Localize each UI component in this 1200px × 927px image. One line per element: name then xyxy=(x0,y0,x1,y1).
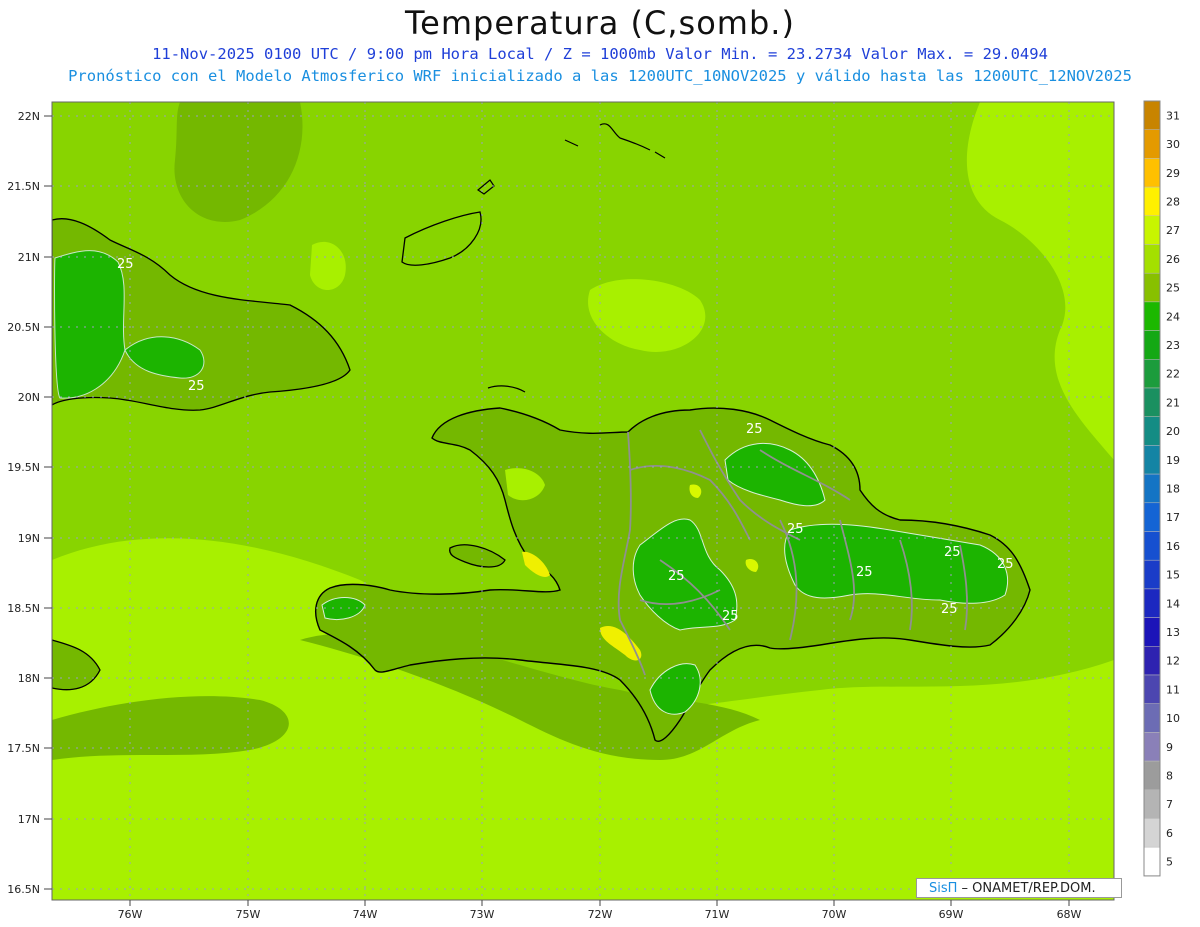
colorbar-label: 6 xyxy=(1166,827,1173,840)
contour-label: 25 xyxy=(941,602,958,617)
contour-label: 25 xyxy=(722,609,739,624)
colorbar-swatch xyxy=(1143,359,1161,389)
lon-ticks xyxy=(129,900,1070,906)
colorbar-swatch xyxy=(1143,416,1161,446)
contour-label: 25 xyxy=(856,565,873,580)
colorbar-swatch xyxy=(1143,760,1161,791)
lon-labels: 76W 75W 74W 73W 72W 71W 70W 69W 68W xyxy=(118,908,1082,921)
colorbar-swatch xyxy=(1143,387,1161,417)
colorbar-label: 18 xyxy=(1166,482,1180,495)
colorbar-swatch xyxy=(1143,617,1161,647)
lat-labels: 22N 21.5N 21N 20.5N 20N 19.5N 19N 18.5N … xyxy=(7,110,40,896)
temperature-map: 22N 21.5N 21N 20.5N 20N 19.5N 19N 18.5N … xyxy=(7,100,1180,921)
contour-label: 25 xyxy=(188,379,205,394)
lon-label: 68W xyxy=(1057,908,1082,921)
colorbar-swatch xyxy=(1143,846,1161,877)
colorbar-swatch xyxy=(1143,674,1161,704)
lat-label: 20N xyxy=(18,391,40,404)
contour-label: 25 xyxy=(787,522,804,537)
colorbar-swatch xyxy=(1143,445,1161,475)
colorbar-swatch xyxy=(1143,703,1161,733)
contour-label: 25 xyxy=(668,569,685,584)
colorbar-swatch xyxy=(1143,818,1161,848)
colorbar-label: 15 xyxy=(1166,569,1180,582)
lat-label: 21N xyxy=(18,251,40,264)
contour-label: 25 xyxy=(746,422,763,437)
colorbar-label: 12 xyxy=(1166,655,1180,668)
colorbar-swatch xyxy=(1143,215,1161,245)
colorbar-label: 7 xyxy=(1166,798,1173,811)
colorbar-swatch xyxy=(1143,531,1161,561)
lat-label: 16.5N xyxy=(7,883,40,896)
colorbar-label: 25 xyxy=(1166,282,1180,295)
colorbar-label: 23 xyxy=(1166,339,1180,352)
colorbar-swatch xyxy=(1143,588,1161,618)
colorbar-swatch xyxy=(1143,559,1161,590)
colorbar-label: 28 xyxy=(1166,195,1180,208)
colorbar-swatch xyxy=(1143,732,1161,762)
colorbar-swatch xyxy=(1143,473,1161,504)
colorbar-swatch xyxy=(1143,646,1161,676)
lon-label: 69W xyxy=(939,908,964,921)
colorbar-label: 24 xyxy=(1166,310,1180,323)
colorbar: 31 30 29 28 27 26 25 24 23 22 21 20 19 18 17 16 15 14 13 12… xyxy=(1143,100,1180,877)
colorbar-swatch xyxy=(1143,789,1161,819)
lon-label: 76W xyxy=(118,908,143,921)
colorbar-label: 30 xyxy=(1166,138,1180,151)
colorbar-swatch xyxy=(1143,100,1161,130)
colorbar-swatch xyxy=(1143,330,1161,360)
lon-label: 73W xyxy=(470,908,495,921)
colorbar-label: 17 xyxy=(1166,511,1180,524)
lat-ticks xyxy=(44,115,52,890)
colorbar-swatch xyxy=(1143,272,1161,303)
lat-label: 21.5N xyxy=(7,180,40,193)
lat-label: 17.5N xyxy=(7,742,40,755)
lon-label: 70W xyxy=(822,908,847,921)
colorbar-label: 11 xyxy=(1166,683,1180,696)
lon-label: 74W xyxy=(353,908,378,921)
colorbar-swatch xyxy=(1143,158,1161,188)
colorbar-label: 13 xyxy=(1166,626,1180,639)
lat-label: 18.5N xyxy=(7,602,40,615)
colorbar-swatch xyxy=(1143,244,1161,274)
colorbar-label: 27 xyxy=(1166,224,1180,237)
lat-label: 20.5N xyxy=(7,321,40,334)
colorbar-label: 5 xyxy=(1166,856,1173,869)
colorbar-label: 22 xyxy=(1166,368,1180,381)
lat-label: 19.5N xyxy=(7,461,40,474)
lat-label: 19N xyxy=(18,532,40,545)
colorbar-label: 21 xyxy=(1166,396,1180,409)
colorbar-label: 16 xyxy=(1166,540,1180,553)
colorbar-swatch xyxy=(1143,502,1161,532)
contour-label: 25 xyxy=(117,257,134,272)
lat-label: 22N xyxy=(18,110,40,123)
lat-label: 18N xyxy=(18,672,40,685)
contour-label: 25 xyxy=(944,545,961,560)
lon-label: 75W xyxy=(236,908,261,921)
colorbar-swatch xyxy=(1143,129,1161,159)
lat-label: 17N xyxy=(18,813,40,826)
contour-label: 25 xyxy=(997,557,1014,572)
colorbar-label: 19 xyxy=(1166,454,1180,467)
colorbar-label: 26 xyxy=(1166,253,1180,266)
colorbar-label: 14 xyxy=(1166,597,1180,610)
colorbar-label: 20 xyxy=(1166,425,1180,438)
credit-box: SisΠ – ONAMET/REP.DOM. xyxy=(916,878,1122,898)
colorbar-label: 10 xyxy=(1166,712,1180,725)
credit-brand: SisΠ xyxy=(929,881,958,896)
colorbar-swatch xyxy=(1143,301,1161,331)
credit-text: – ONAMET/REP.DOM. xyxy=(957,881,1096,896)
colorbar-label: 31 xyxy=(1166,109,1180,122)
colorbar-label: 29 xyxy=(1166,167,1180,180)
colorbar-label: 9 xyxy=(1166,741,1173,754)
colorbar-label: 8 xyxy=(1166,769,1173,782)
colorbar-swatch xyxy=(1143,186,1161,217)
lon-label: 72W xyxy=(588,908,613,921)
lon-label: 71W xyxy=(705,908,730,921)
